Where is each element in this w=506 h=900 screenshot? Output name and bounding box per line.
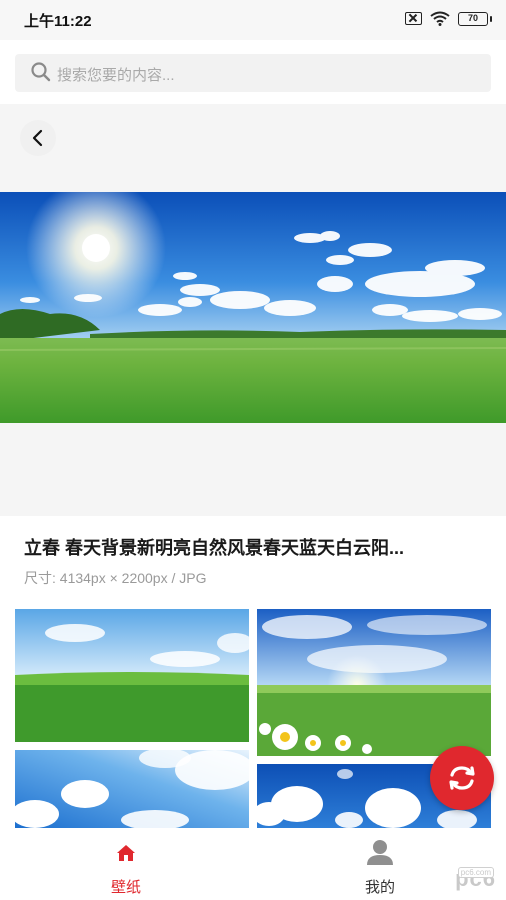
wallpaper-thumbnail[interactable] xyxy=(15,609,249,742)
no-sim-icon xyxy=(405,12,422,25)
nav-label-wallpaper: 壁纸 xyxy=(110,879,141,896)
search-icon xyxy=(31,62,51,82)
battery-icon: 70 xyxy=(458,11,492,26)
back-button[interactable] xyxy=(20,120,56,156)
watermark-url: pc6.com xyxy=(457,867,494,878)
bottom-nav: 壁纸 我的 pc6 pc6.com xyxy=(0,828,506,900)
status-icons: 70 xyxy=(405,11,492,26)
status-time: 上午11:22 xyxy=(24,13,92,30)
status-bar: 上午11:22 70 xyxy=(0,0,506,40)
main-wallpaper-image[interactable] xyxy=(0,192,506,423)
wallpaper-thumbnail[interactable] xyxy=(15,750,249,828)
nav-label-mine: 我的 xyxy=(364,879,395,896)
search-bar: 搜索您要的内容... xyxy=(0,40,506,104)
wallpaper-preview xyxy=(0,104,506,516)
home-icon xyxy=(117,845,135,861)
chevron-left-icon xyxy=(32,129,43,147)
nav-item-wallpaper[interactable]: 壁纸 xyxy=(56,828,196,900)
search-input[interactable]: 搜索您要的内容... xyxy=(15,54,491,92)
search-placeholder: 搜索您要的内容... xyxy=(57,67,175,84)
wifi-icon xyxy=(430,11,450,26)
refresh-arrows-icon xyxy=(449,766,475,790)
nav-item-mine[interactable]: 我的 xyxy=(310,828,450,900)
wallpaper-meta: 尺寸: 4134px × 2200px / JPG xyxy=(24,570,207,586)
wallpaper-title: 立春 春天背景新明亮自然风景春天蓝天白云阳... xyxy=(24,538,405,558)
battery-level: 70 xyxy=(467,12,478,23)
person-icon xyxy=(367,840,393,865)
wallpaper-thumbnail[interactable] xyxy=(257,609,491,756)
refresh-button[interactable] xyxy=(430,746,494,810)
